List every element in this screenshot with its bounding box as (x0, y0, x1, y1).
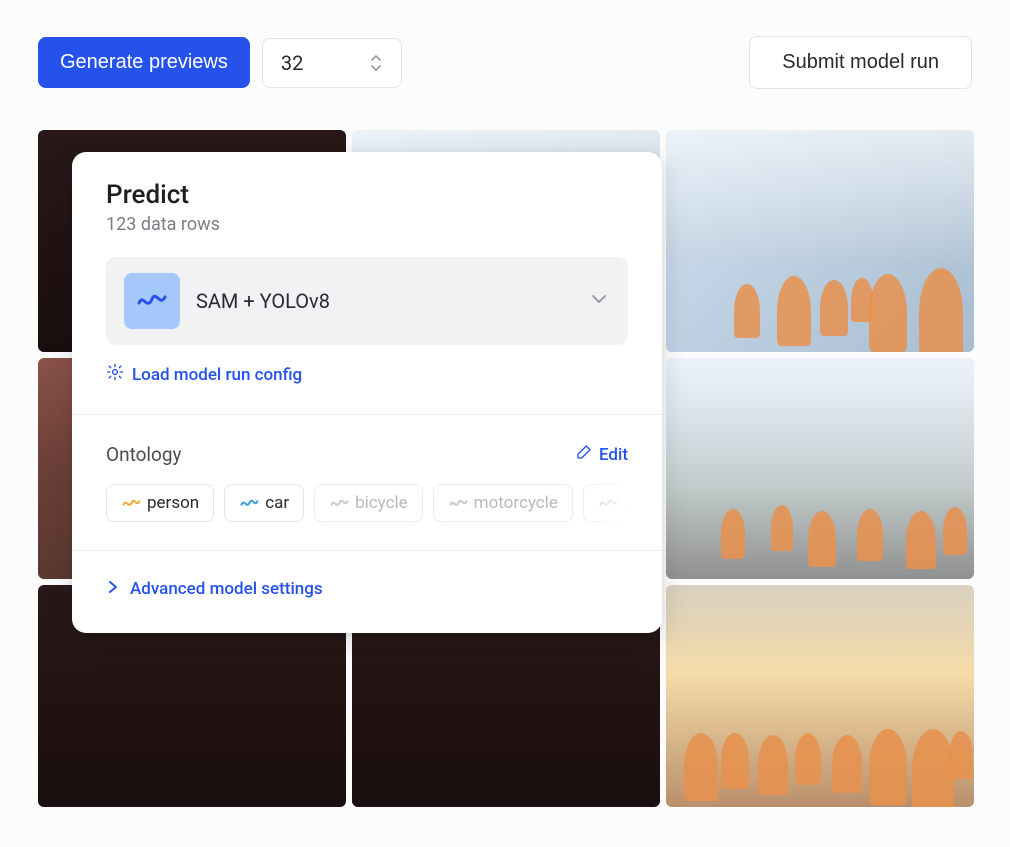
stepper-arrows-icon[interactable] (369, 53, 383, 73)
tag-label: a (624, 493, 628, 513)
toolbar: Generate previews 32 Submit model run (0, 0, 1010, 109)
ontology-tag-more[interactable]: a (583, 484, 628, 522)
grid-tile[interactable] (666, 358, 974, 580)
ontology-tag-bicycle[interactable]: bicycle (314, 484, 423, 522)
squiggle-icon (239, 493, 259, 513)
squiggle-icon (598, 493, 618, 513)
grid-tile[interactable] (666, 130, 974, 352)
load-config-label: Load model run config (132, 365, 302, 385)
advanced-settings-link[interactable]: Advanced model settings (72, 551, 662, 633)
ontology-tag-car[interactable]: car (224, 484, 304, 522)
chevron-right-icon (106, 579, 120, 599)
squiggle-icon (329, 493, 349, 513)
tag-label: car (265, 493, 289, 513)
chevron-down-icon (588, 288, 610, 314)
grid-tile[interactable] (666, 585, 974, 807)
advanced-label: Advanced model settings (130, 579, 323, 599)
model-name: SAM + YOLOv8 (196, 289, 572, 313)
gear-icon (106, 363, 124, 386)
edit-ontology-link[interactable]: Edit (575, 443, 628, 466)
squiggle-icon (448, 493, 468, 513)
tag-label: bicycle (355, 493, 408, 513)
ontology-title: Ontology (106, 443, 182, 466)
panel-subtitle: 123 data rows (106, 214, 628, 235)
tag-label: person (147, 493, 199, 513)
ontology-tags: person car bicycle motorcycle a (106, 484, 628, 522)
load-config-link[interactable]: Load model run config (106, 363, 628, 386)
ontology-tag-motorcycle[interactable]: motorcycle (433, 484, 573, 522)
edit-label: Edit (599, 445, 628, 465)
tag-label: motorcycle (474, 493, 558, 513)
generate-previews-button[interactable]: Generate previews (38, 37, 250, 88)
panel-title: Predict (106, 180, 628, 210)
squiggle-icon (121, 493, 141, 513)
predict-panel: Predict 123 data rows SAM + YOLOv8 Load … (72, 152, 662, 633)
count-stepper[interactable]: 32 (262, 38, 402, 88)
count-value: 32 (281, 51, 303, 75)
model-select-dropdown[interactable]: SAM + YOLOv8 (106, 257, 628, 345)
pencil-icon (575, 443, 593, 466)
submit-model-run-button[interactable]: Submit model run (749, 36, 972, 89)
ontology-tag-person[interactable]: person (106, 484, 214, 522)
model-squiggle-icon (124, 273, 180, 329)
